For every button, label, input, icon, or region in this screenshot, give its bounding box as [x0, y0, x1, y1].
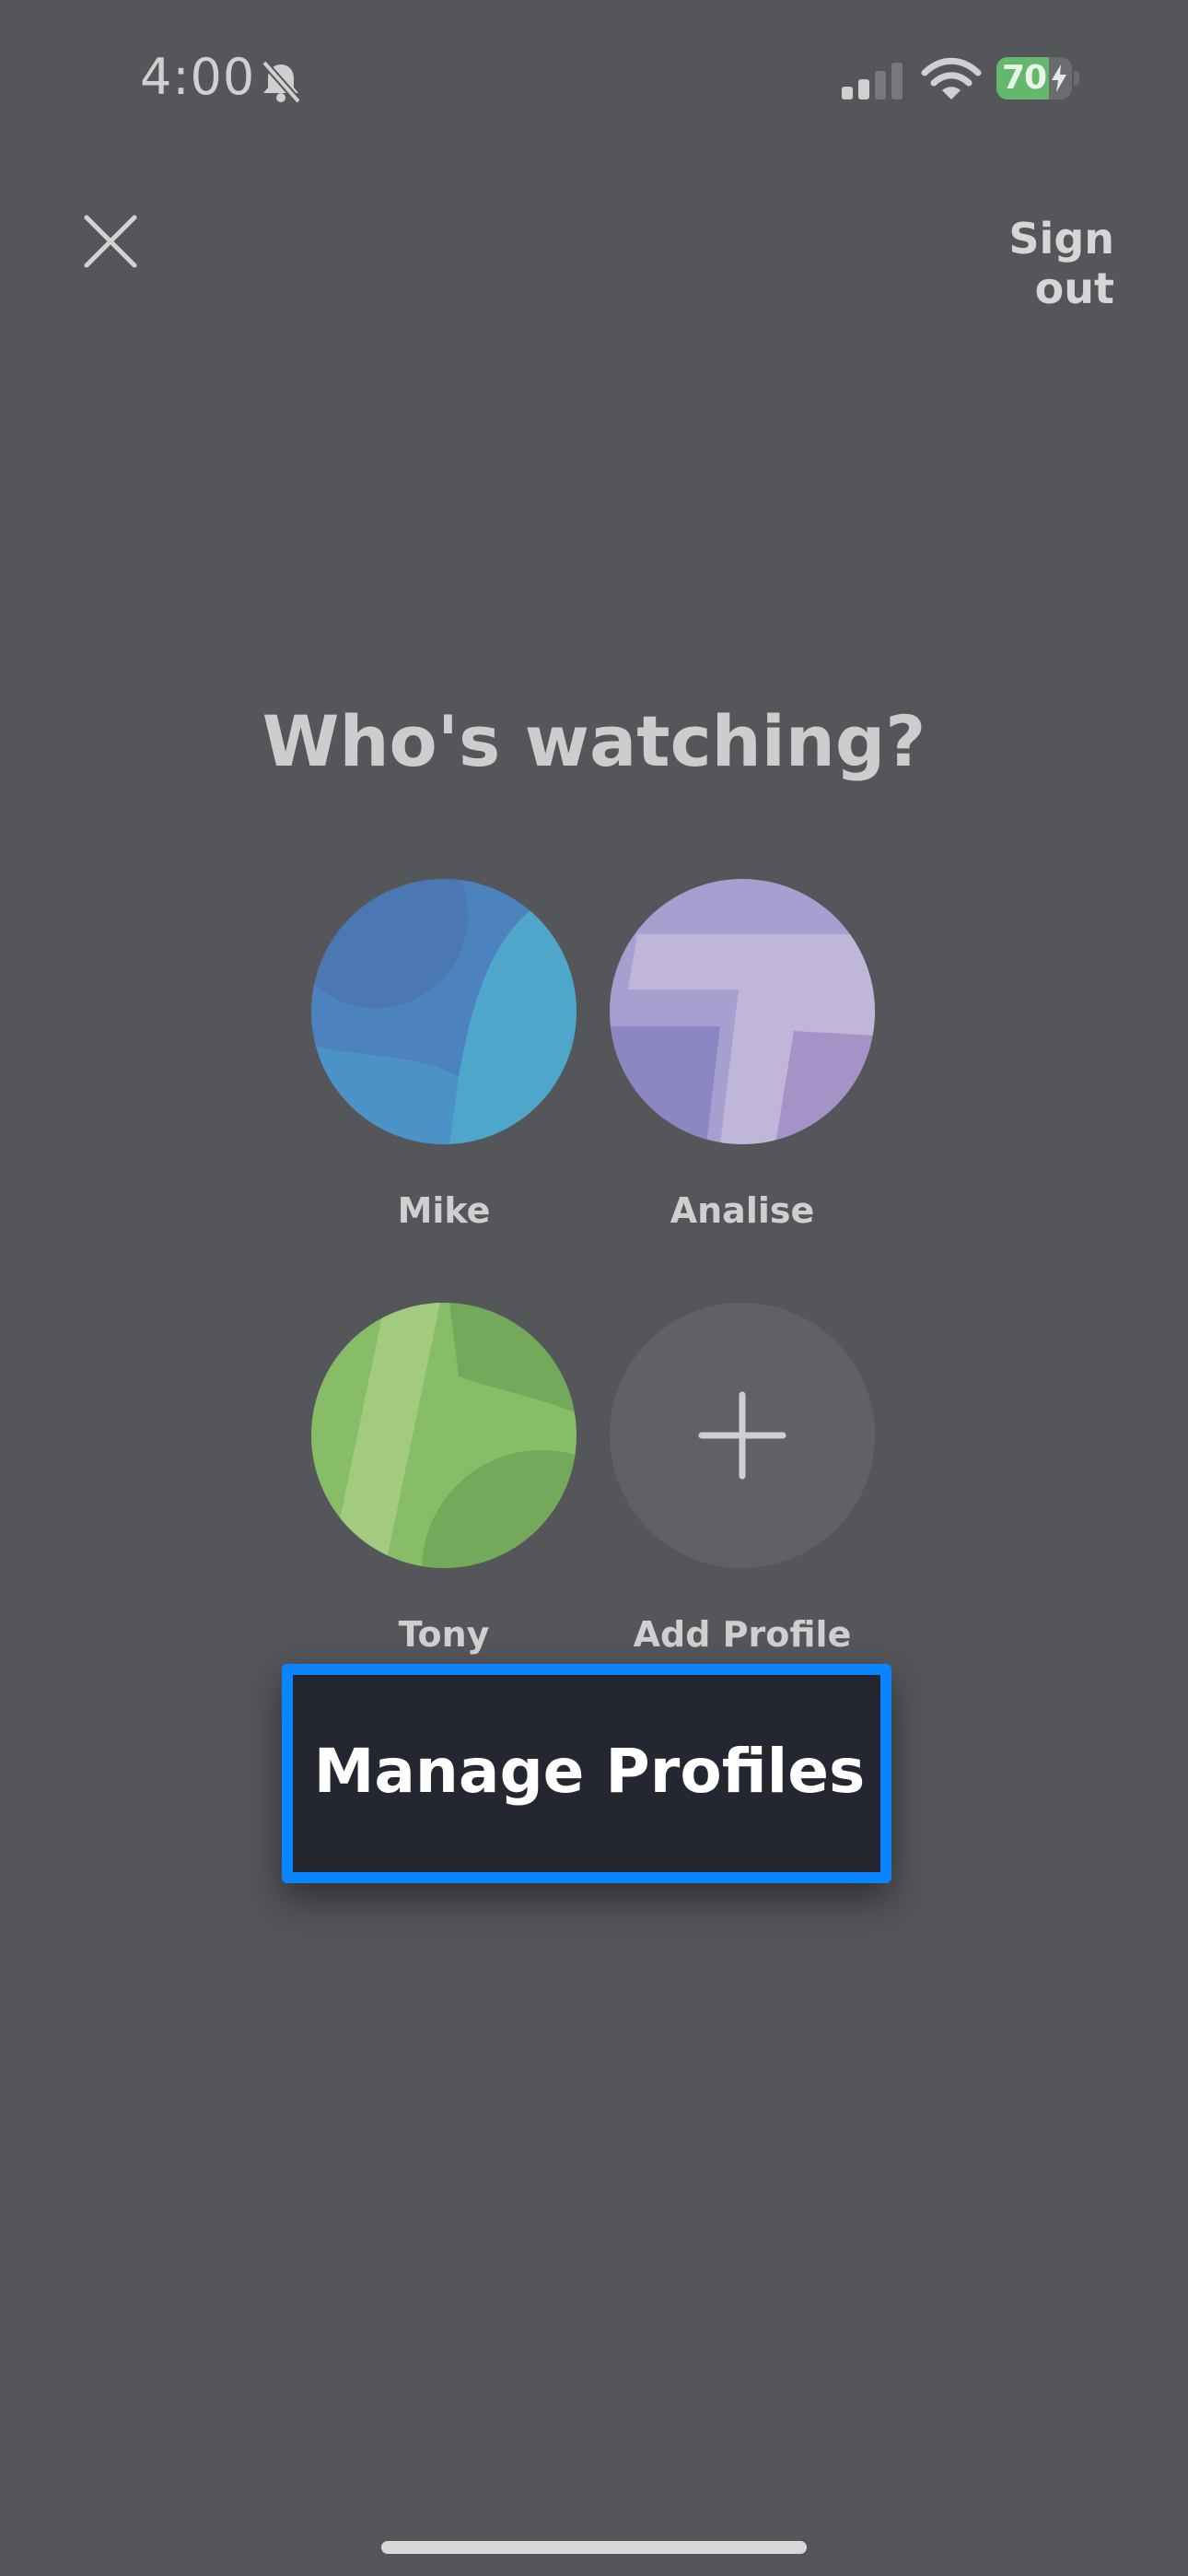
page-title: Who's watching?: [262, 700, 926, 782]
sign-out-button[interactable]: Sign out: [930, 214, 1114, 313]
battery-icon: 70: [996, 57, 1072, 100]
bell-slash-icon: [261, 60, 302, 104]
profile-avatar-tony[interactable]: [311, 1303, 577, 1568]
manage-profiles-button[interactable]: Manage Profiles: [302, 1679, 877, 1863]
add-profile-button[interactable]: [610, 1303, 875, 1568]
manage-profiles-highlight: Manage Profiles: [282, 1664, 891, 1883]
battery-indicator: 70: [996, 57, 1079, 100]
profile-name-mike[interactable]: Mike: [297, 1190, 591, 1231]
home-indicator[interactable]: [381, 2541, 807, 2554]
profile-avatar-mike[interactable]: [311, 879, 577, 1144]
battery-level: 70: [1002, 59, 1047, 97]
profile-avatar-analise[interactable]: [610, 879, 875, 1144]
signal-icon: [842, 63, 903, 100]
manage-profiles-label[interactable]: Manage Profiles: [302, 1679, 877, 1863]
plus-icon: [698, 1391, 786, 1480]
status-time: 4:00: [140, 48, 256, 106]
close-icon[interactable]: [81, 212, 140, 271]
avatar-art: [311, 879, 577, 1144]
battery-nub: [1074, 71, 1079, 86]
add-profile-label[interactable]: Add Profile: [595, 1614, 890, 1655]
profile-name-tony[interactable]: Tony: [297, 1614, 591, 1655]
bolt-icon: [1052, 64, 1066, 92]
avatar-art: [311, 1303, 577, 1568]
avatar-art: [610, 879, 875, 1144]
wifi-icon: [921, 57, 982, 100]
profile-name-analise[interactable]: Analise: [595, 1190, 890, 1231]
